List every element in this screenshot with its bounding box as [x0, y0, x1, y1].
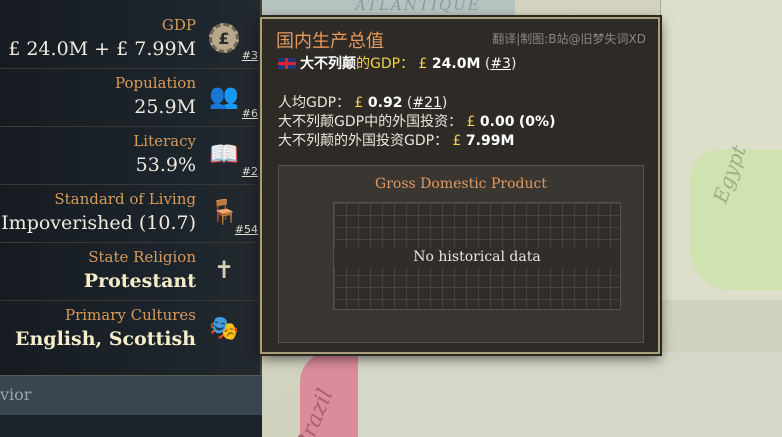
currency-icon: £ [418, 56, 428, 72]
map-sea-label: ATLANTIQUE [355, 0, 481, 14]
gdp-history-chart: Gross Domestic Product No historical dat… [278, 165, 644, 343]
stat-value: Protestant [83, 270, 196, 292]
tooltip-per-capita-line: 人均GDP： £ 0.92 (#21) [278, 95, 448, 111]
coin-gear-icon: £ [206, 20, 242, 56]
people-icon: 👥 [209, 82, 239, 110]
masks-icon: 🎭 [209, 314, 239, 342]
chart-grid: No historical data [333, 202, 621, 310]
tooltip-country-gdp-line: 大不列颠的GDP： £ 24.0M (#3) [278, 53, 516, 73]
foreign-share-pct: (0%) [518, 114, 556, 130]
country-gdp-value: 24.0M [431, 56, 481, 72]
foreign-share-value: 0.00 [479, 114, 515, 130]
chart-title: Gross Domestic Product [375, 176, 547, 192]
panel-bottom-tab[interactable]: vior [0, 375, 262, 416]
stat-row-standard-of-living[interactable]: Standard of Living Impoverished (10.7) 🪑… [0, 186, 262, 243]
tooltip-foreign-share-line: 大不列颠GDP中的外国投资： £ 0.00 (0%) [278, 111, 555, 131]
stat-value: 53.9% [135, 154, 196, 176]
country-name: 大不列颠 [300, 56, 356, 72]
stat-rank[interactable]: #2 [242, 165, 258, 178]
foreign-gdp-value: 7.99M [465, 133, 515, 149]
tooltip-title: 国内生产总值 [276, 31, 384, 52]
country-gdp-suffix: 的GDP： [356, 56, 415, 72]
chart-empty-message: No historical data [334, 247, 620, 267]
currency-icon: £ [466, 114, 476, 130]
gdp-tooltip: 国内生产总值 翻译|制图:B站@旧梦失词XD 大不列颠的GDP： £ 24.0M… [260, 17, 660, 354]
stat-label: State Religion [88, 248, 196, 266]
currency-icon: £ [354, 95, 364, 111]
foreign-share-label: 大不列颠GDP中的外国投资： [278, 114, 463, 130]
stat-rank[interactable]: #3 [242, 49, 258, 62]
stat-label: Literacy [133, 132, 196, 150]
stat-row-gdp[interactable]: GDP £ 24.0M + £ 7.99M £ #3 [0, 12, 262, 69]
foreign-gdp-label: 大不列颠的外国投资GDP： [278, 133, 449, 149]
per-capita-rank[interactable]: #21 [412, 95, 442, 111]
stat-label: Standard of Living [54, 190, 196, 208]
country-stats-panel: GDP £ 24.0M + £ 7.99M £ #3 Population 25… [0, 0, 262, 437]
stat-label: GDP [161, 16, 196, 34]
per-capita-value: 0.92 [367, 95, 403, 111]
stat-row-state-religion[interactable]: State Religion Protestant ✝ [0, 244, 262, 301]
bottom-tab-label: vior [0, 385, 32, 404]
stat-rank[interactable]: #6 [242, 107, 258, 120]
book-icon: 📖 [209, 140, 239, 168]
stat-value: £ 24.0M + £ 7.99M [8, 38, 196, 60]
stat-value: 25.9M [134, 96, 196, 118]
tooltip-foreign-gdp-line: 大不列颠的外国投资GDP： £ 7.99M [278, 130, 514, 150]
stat-rank[interactable]: #54 [235, 223, 258, 236]
stat-label: Primary Cultures [64, 306, 196, 324]
stat-row-literacy[interactable]: Literacy 53.9% 📖 #2 [0, 128, 262, 185]
panel-footer [0, 415, 262, 437]
uk-flag-icon [278, 58, 296, 69]
stat-row-population[interactable]: Population 25.9M 👥 #6 [0, 70, 262, 127]
stat-row-primary-cultures[interactable]: Primary Cultures English, Scottish 🎭 [0, 302, 262, 358]
per-capita-label: 人均GDP： [278, 95, 351, 111]
map-land-south[interactable] [358, 352, 782, 437]
currency-icon: £ [452, 133, 462, 149]
stat-value: English, Scottish [14, 328, 196, 350]
country-gdp-rank[interactable]: #3 [490, 56, 511, 72]
stat-value: Impoverished (10.7) [1, 212, 196, 234]
cross-icon: ✝ [213, 256, 235, 284]
stat-label: Population [114, 74, 196, 92]
tooltip-credit: 翻译|制图:B站@旧梦失词XD [492, 32, 646, 46]
